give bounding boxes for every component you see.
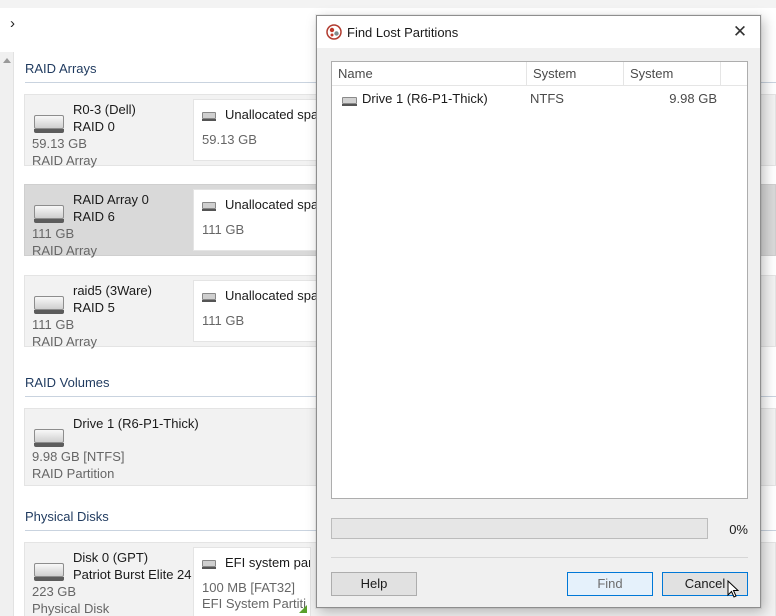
drive-icon: [34, 296, 64, 314]
raid-array-kind: RAID Array: [32, 153, 98, 168]
column-header-name[interactable]: Name: [332, 62, 527, 86]
partition-box[interactable]: EFI system par 100 MB [FAT32] EFI System…: [193, 547, 311, 616]
raid-volume-kind: RAID Partition: [32, 466, 115, 481]
raid-volume-size: 9.98 GB [NTFS]: [32, 449, 125, 464]
drive-icon: [34, 115, 64, 133]
vertical-scrollbar[interactable]: [0, 52, 14, 616]
search-progress-bar: [331, 518, 708, 539]
raid-array-level: RAID 5: [73, 300, 115, 315]
section-raid-volumes: RAID Volumes: [25, 375, 110, 390]
progress-percent: 0%: [729, 522, 748, 537]
row-filesystem: NTFS: [530, 91, 564, 106]
raid-array-kind: RAID Array: [32, 334, 98, 349]
physical-disk-model: Patriot Burst Elite 24: [73, 567, 192, 582]
dialog-titlebar[interactable]: Find Lost Partitions ✕: [317, 16, 760, 48]
section-physical-disks: Physical Disks: [25, 509, 109, 524]
footer-divider: [331, 557, 748, 558]
partition-type: EFI System Partiti: [202, 596, 307, 611]
partition-icon: [202, 112, 216, 121]
app-icon: [326, 24, 342, 40]
raid-array-level: RAID 0: [73, 119, 115, 134]
drive-icon: [34, 429, 64, 447]
partition-label: EFI system par: [225, 555, 311, 570]
row-size: 9.98 GB: [669, 91, 717, 106]
raid-array-size: 111 GB: [32, 317, 75, 332]
find-lost-partitions-dialog: Find Lost Partitions ✕ Name System Syste…: [316, 15, 761, 608]
partition-size: 111 GB: [202, 313, 245, 328]
partition-icon: [202, 560, 216, 569]
list-item[interactable]: Drive 1 (R6-P1-Thick) NTFS 9.98 GB: [332, 88, 747, 110]
cursor-icon: [727, 580, 739, 598]
raid-array-size: 59.13 GB: [32, 136, 87, 151]
toolbar-strip: [0, 0, 776, 8]
physical-disk-size: 223 GB: [32, 584, 77, 599]
close-icon[interactable]: ✕: [720, 16, 760, 48]
physical-disk-name: Disk 0 (GPT): [73, 550, 149, 565]
find-button[interactable]: Find: [567, 572, 653, 596]
raid-array-name: RAID Array 0: [73, 192, 149, 207]
partition-label: Unallocated spac: [225, 107, 325, 122]
chevron-right-icon[interactable]: ›: [10, 16, 15, 32]
scroll-up-icon[interactable]: [3, 58, 11, 63]
raid-array-level: RAID 6: [73, 209, 115, 224]
partition-icon: [202, 202, 216, 211]
drive-icon: [342, 97, 357, 106]
raid-array-size: 111 GB: [32, 226, 75, 241]
physical-disk-kind: Physical Disk: [32, 601, 110, 616]
drive-icon: [34, 563, 64, 581]
partition-size: 111 GB: [202, 222, 245, 237]
row-name: Drive 1 (R6-P1-Thick): [362, 91, 488, 106]
dialog-title: Find Lost Partitions: [347, 25, 459, 40]
help-button[interactable]: Help: [331, 572, 417, 596]
partition-label: Unallocated spac: [225, 288, 325, 303]
column-header-system[interactable]: System: [527, 62, 624, 86]
section-raid-arrays: RAID Arrays: [25, 61, 97, 76]
column-header-system-size[interactable]: System: [624, 62, 721, 86]
partition-icon: [202, 293, 216, 302]
partition-size: 59.13 GB: [202, 132, 257, 147]
raid-array-name: raid5 (3Ware): [73, 283, 152, 298]
partition-list[interactable]: Name System System Drive 1 (R6-P1-Thick)…: [331, 61, 748, 499]
drive-icon: [34, 205, 64, 223]
raid-array-name: R0-3 (Dell): [73, 102, 136, 117]
raid-volume-name: Drive 1 (R6-P1-Thick): [73, 416, 199, 431]
list-header: Name System System: [332, 62, 747, 86]
raid-array-kind: RAID Array: [32, 243, 98, 258]
partition-label: Unallocated spac: [225, 197, 325, 212]
partition-marker: [299, 605, 307, 613]
partition-size: 100 MB [FAT32]: [202, 580, 295, 595]
